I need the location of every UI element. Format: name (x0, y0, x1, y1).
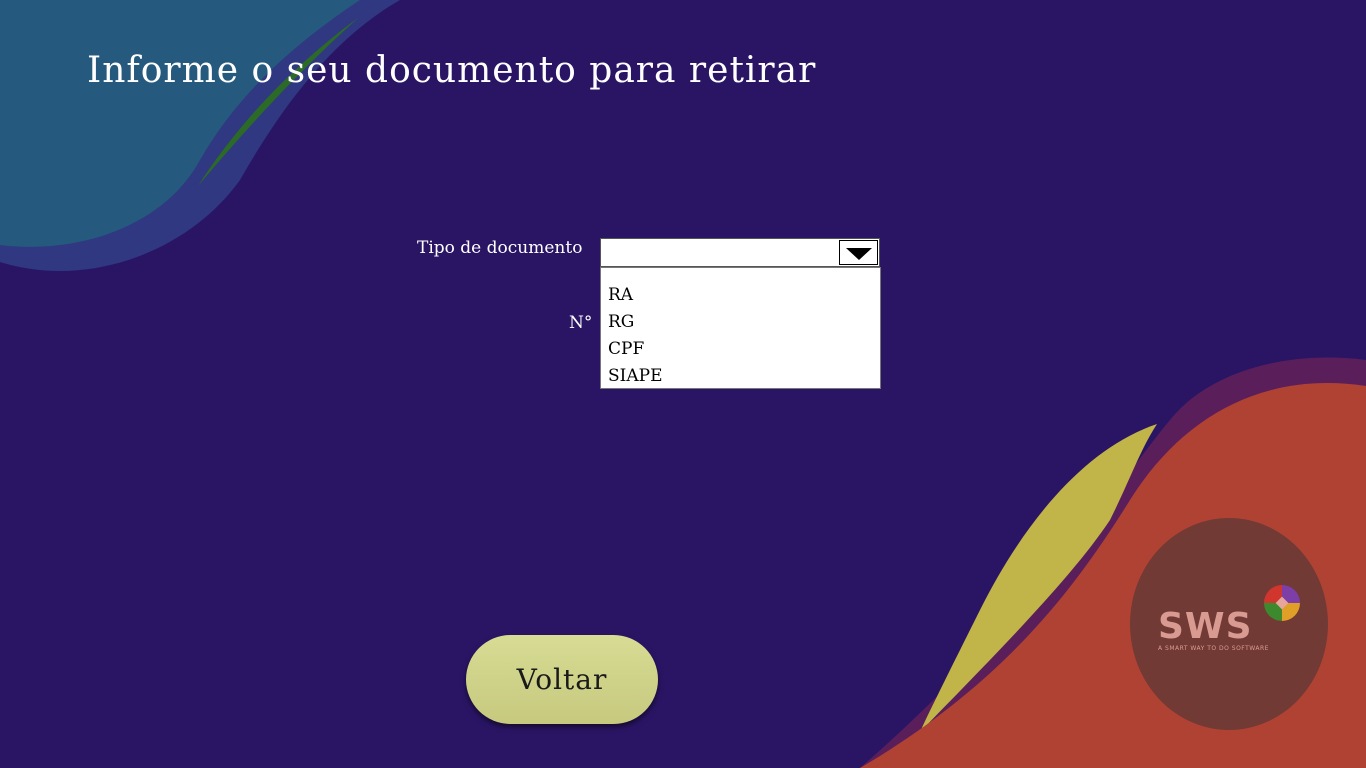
back-button[interactable]: Voltar (466, 635, 658, 724)
document-type-dropdown: RA RG CPF SIAPE (600, 267, 881, 389)
document-type-select[interactable] (600, 238, 880, 267)
document-type-label: Tipo de documento (417, 238, 583, 258)
logo-mark-icon (1264, 585, 1300, 621)
screen: Informe o seu documento para retirar Tip… (0, 0, 1366, 768)
document-number-label: N° (569, 313, 593, 333)
page-title: Informe o seu documento para retirar (87, 50, 817, 91)
chevron-down-icon[interactable] (839, 240, 878, 265)
brand-logo: SWS A SMART WAY TO DO SOFTWARE (1130, 518, 1328, 730)
logo-tagline: A SMART WAY TO DO SOFTWARE (1158, 645, 1269, 652)
option-ra[interactable]: RA (601, 282, 880, 309)
option-cpf[interactable]: CPF (601, 336, 880, 363)
option-rg[interactable]: RG (601, 309, 880, 336)
option-siape[interactable]: SIAPE (601, 363, 880, 390)
logo-text: SWS (1158, 606, 1253, 647)
